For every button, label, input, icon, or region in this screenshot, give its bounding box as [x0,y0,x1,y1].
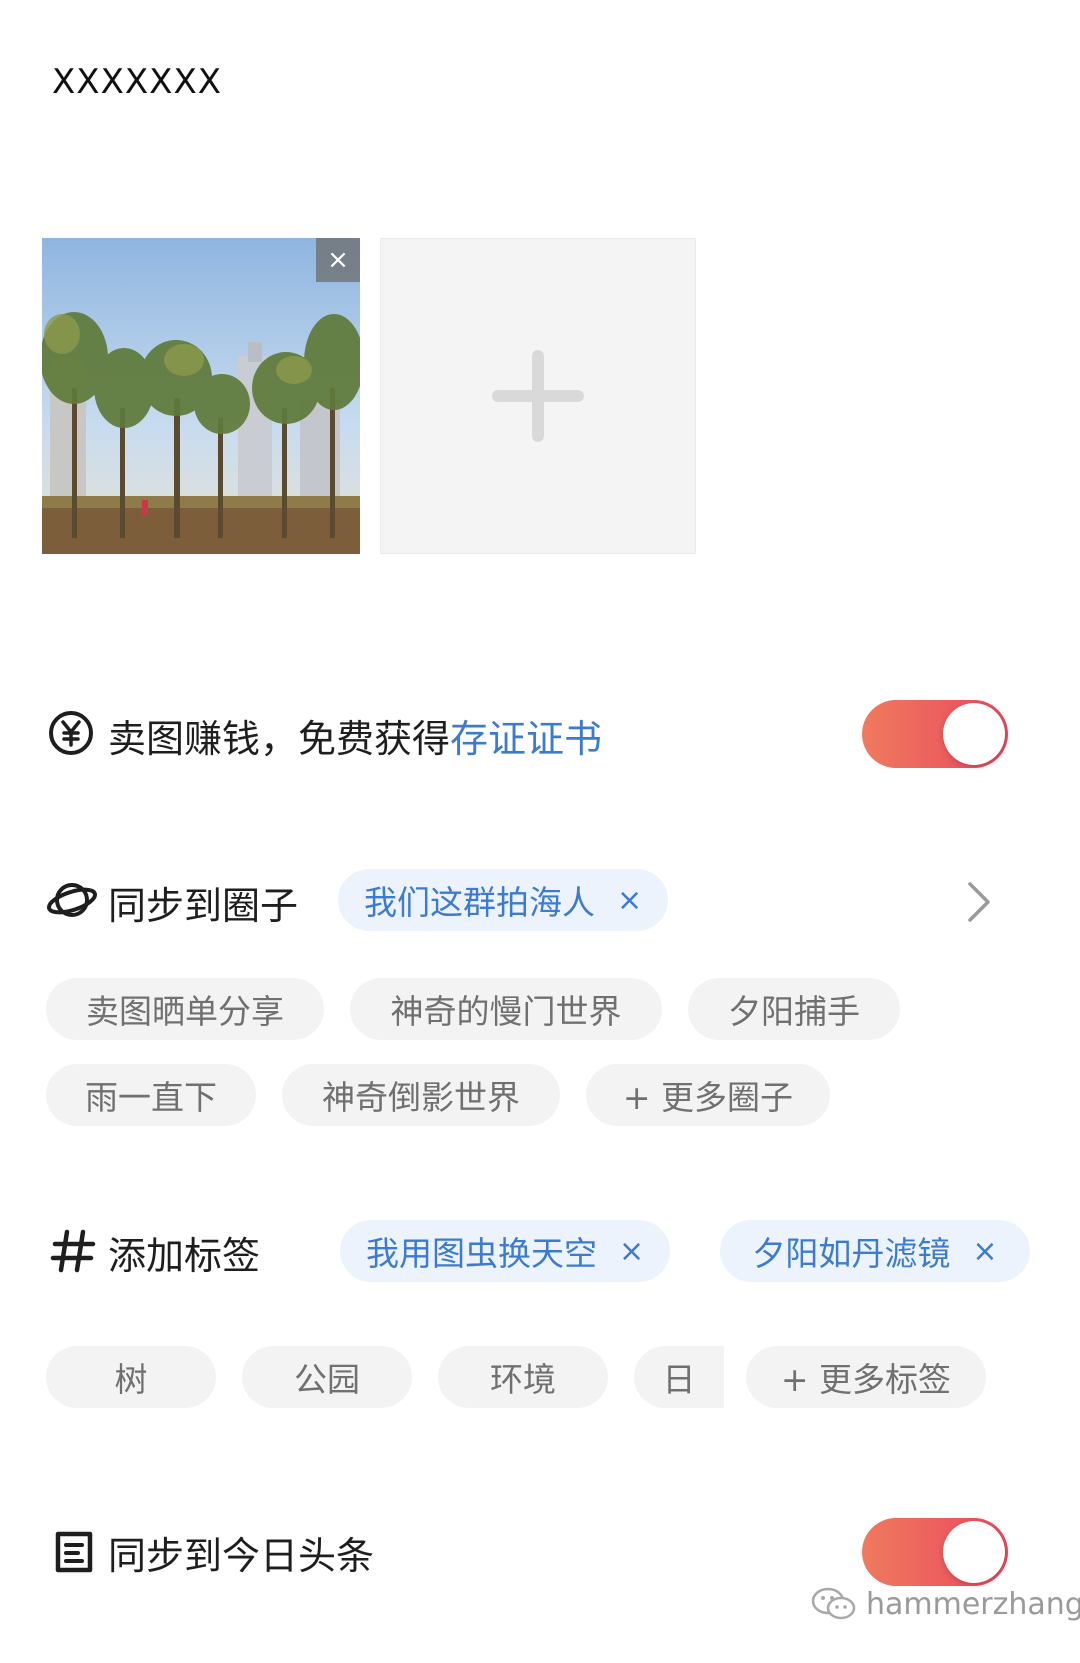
circle-suggestion-chip[interactable]: 夕阳捕手 [688,978,900,1040]
sell-label: 卖图赚钱，免费获得存证证书 [108,708,602,763]
selected-tag-label: 我用图虫换天空 [366,1234,597,1273]
toggle-knob [943,703,1005,765]
caption-text[interactable]: XXXXXXX [52,62,222,102]
hashtag-icon [50,1228,96,1274]
circle-label: 同步到圈子 [108,884,299,928]
remove-tag-button[interactable]: × [619,1234,644,1269]
selected-tag-label: 夕阳如丹滤镜 [752,1234,951,1273]
certificate-link[interactable]: 存证证书 [450,717,602,761]
selected-circle-chip[interactable]: 我们这群拍海人 × [338,869,669,931]
selected-tag-chip[interactable]: 我用图虫换天空 × [340,1220,671,1282]
remove-circle-button[interactable]: × [617,883,642,918]
more-circles-button[interactable]: + 更多圈子 [586,1064,830,1126]
tag-suggestion-chip[interactable]: 日 [634,1346,724,1408]
chevron-right-icon[interactable] [960,880,1000,924]
sell-toggle[interactable] [862,700,1008,768]
selected-tag-chip[interactable]: 夕阳如丹滤镜 × [720,1220,1030,1282]
remove-photo-button[interactable]: × [316,238,360,282]
yen-circle-icon [48,710,94,756]
plus-icon [492,350,584,442]
add-photo-button[interactable] [380,238,696,554]
watermark: hammerzhang [810,1586,1080,1622]
circle-suggestion-chip[interactable]: 神奇的慢门世界 [350,978,662,1040]
more-tags-button[interactable]: + 更多标签 [746,1346,986,1408]
toutiao-icon [52,1530,96,1574]
circle-suggestion-chip[interactable]: 神奇倒影世界 [282,1064,560,1126]
watermark-text: hammerzhang [866,1586,1080,1622]
park-photo [42,238,360,554]
tag-suggestion-chip[interactable]: 公园 [242,1346,412,1408]
remove-tag-button[interactable]: × [972,1234,997,1269]
circle-suggestion-chip[interactable]: 卖图晒单分享 [46,978,324,1040]
tags-label: 添加标签 [108,1234,261,1278]
sell-label-text: 卖图赚钱，免费获得 [108,717,451,761]
circle-suggestion-chip[interactable]: 雨一直下 [46,1064,256,1126]
tag-suggestion-chip[interactable]: 环境 [438,1346,608,1408]
publish-page: XXXXXXX × 卖图赚钱，免费获得存证证书 同步到圈子 我们这群拍海人 × … [0,0,1080,1663]
toutiao-toggle[interactable] [862,1518,1008,1586]
planet-icon [46,877,98,923]
wechat-icon [811,1587,856,1620]
tag-suggestion-chip[interactable]: 树 [46,1346,216,1408]
selected-circle-label: 我们这群拍海人 [364,883,595,922]
photo-thumbnail[interactable]: × [42,238,360,554]
toutiao-label: 同步到今日头条 [108,1534,375,1578]
toggle-knob [943,1521,1005,1583]
